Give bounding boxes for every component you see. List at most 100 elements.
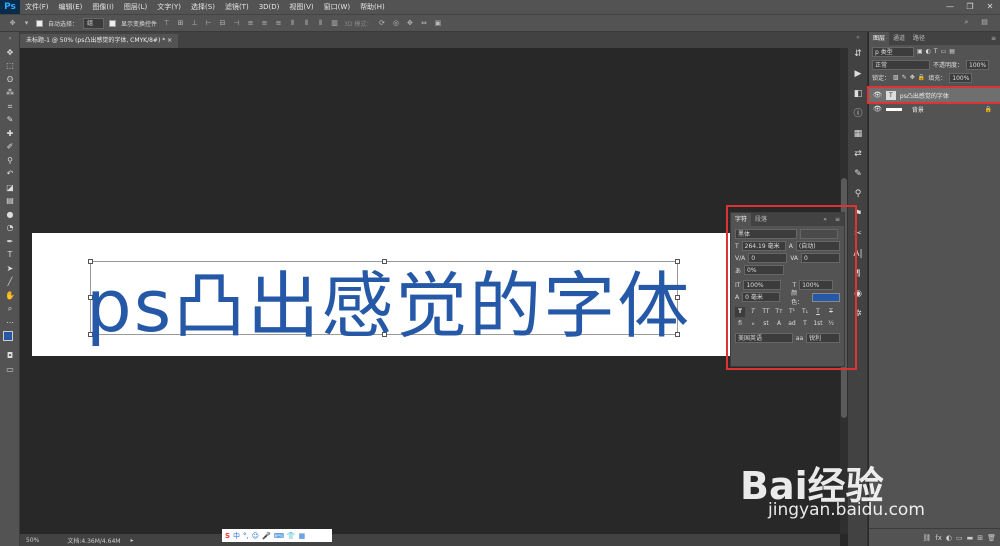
zoom-tool-icon[interactable]: ⌕: [0, 302, 20, 316]
distribute-bottom-icon[interactable]: ≡: [274, 19, 283, 28]
marquee-tool-icon[interactable]: ⬚: [0, 59, 20, 73]
3d-rotate-icon[interactable]: ⟳: [377, 19, 386, 28]
layer-style-icon[interactable]: fx: [935, 534, 942, 542]
screen-mode-icon[interactable]: ▭: [0, 363, 20, 377]
align-center-icon[interactable]: ⊟: [218, 19, 227, 28]
lock-pixels-icon[interactable]: ▧: [893, 74, 899, 81]
chevron-down-icon[interactable]: ▾: [22, 19, 31, 28]
menu-file[interactable]: 文件(F): [20, 2, 54, 12]
eraser-tool-icon[interactable]: ◪: [0, 181, 20, 195]
strip-collapse-icon[interactable]: «: [848, 32, 868, 44]
eyedropper-tool-icon[interactable]: ✎: [0, 113, 20, 127]
tab-paths[interactable]: 路径: [909, 32, 929, 45]
distribute-middle-icon[interactable]: ≡: [260, 19, 269, 28]
brush-tool-icon[interactable]: ✐: [0, 140, 20, 154]
align-middle-icon[interactable]: ⊞: [176, 19, 185, 28]
crop-tool-icon[interactable]: ⌗: [0, 100, 20, 114]
menu-help[interactable]: 帮助(H): [355, 2, 390, 12]
auto-align-icon[interactable]: ▥: [330, 19, 339, 28]
minimize-button[interactable]: —: [940, 0, 960, 14]
distribute-top-icon[interactable]: ≡: [246, 19, 255, 28]
tab-layers[interactable]: 图层: [869, 32, 890, 45]
layer-kind-filter[interactable]: p 类型: [872, 46, 914, 57]
move-tool-icon[interactable]: ✥: [0, 46, 20, 60]
canvas-text-layer[interactable]: ps凸出感觉的字体: [86, 260, 716, 352]
menu-select[interactable]: 选择(S): [186, 2, 220, 12]
opacity-input[interactable]: 100%: [966, 59, 990, 70]
auto-select-checkbox[interactable]: [36, 19, 43, 27]
panel-menu-icon[interactable]: ≡: [987, 32, 1000, 45]
ime-grid-icon[interactable]: ▦: [299, 532, 306, 540]
layer-row[interactable]: 👁 T ps凸出感觉的字体: [867, 86, 1000, 104]
color-swatches[interactable]: [0, 329, 20, 349]
align-bottom-icon[interactable]: ⊥: [190, 19, 199, 28]
type-tool-icon[interactable]: T: [0, 248, 20, 262]
distribute-left-icon[interactable]: ⦀: [288, 19, 297, 28]
filter-type-icon[interactable]: T: [934, 48, 938, 55]
layer-name[interactable]: ps凸出感觉的字体: [900, 91, 949, 100]
link-layers-icon[interactable]: ⛓: [922, 534, 931, 542]
search-icon[interactable]: ⌕: [962, 18, 971, 27]
healing-brush-tool-icon[interactable]: ✚: [0, 127, 20, 141]
info-panel-icon[interactable]: ⓘ: [848, 104, 868, 124]
lasso-tool-icon[interactable]: ʘ: [0, 73, 20, 87]
document-tab[interactable]: 未标题-1 @ 50% (ps凸出感觉的字体, CMYK/8#) * ×: [20, 34, 179, 48]
lock-all-icon[interactable]: 🔒: [918, 74, 925, 81]
filter-smart-icon[interactable]: ▤: [949, 48, 955, 55]
layer-mask-icon[interactable]: ◐: [946, 534, 952, 542]
eye-icon[interactable]: 👁: [873, 91, 882, 99]
history-brush-tool-icon[interactable]: ↶: [0, 167, 20, 181]
close-tab-icon[interactable]: ×: [167, 37, 172, 44]
new-group-icon[interactable]: ▬: [967, 534, 974, 542]
lock-position-icon[interactable]: ✥: [910, 74, 915, 81]
brush-panel-icon[interactable]: ✎: [848, 164, 868, 184]
layer-row[interactable]: 👁 背景 🔒: [869, 102, 1000, 116]
foreground-color-swatch[interactable]: [3, 331, 13, 341]
menu-3d[interactable]: 3D(D): [254, 3, 285, 11]
delete-layer-icon[interactable]: 🗑: [987, 534, 996, 542]
menu-layer[interactable]: 图层(L): [119, 2, 152, 12]
menu-edit[interactable]: 编辑(E): [54, 2, 88, 12]
clone-stamp-tool-icon[interactable]: ⚲: [0, 154, 20, 168]
pen-tool-icon[interactable]: ✒: [0, 235, 20, 249]
move-tool-icon[interactable]: ✥: [8, 19, 17, 28]
ime-mic-icon[interactable]: 🎤: [262, 532, 271, 540]
status-arrow-icon[interactable]: ▸: [130, 537, 133, 544]
show-transform-checkbox[interactable]: [109, 19, 117, 27]
adjustment-layer-icon[interactable]: ▭: [956, 534, 963, 542]
workspace-icon[interactable]: ▤: [980, 18, 989, 27]
ime-chinese-icon[interactable]: 中: [233, 531, 240, 541]
3d-scale-icon[interactable]: ▣: [433, 19, 442, 28]
menu-type[interactable]: 文字(Y): [152, 2, 186, 12]
sogou-logo-icon[interactable]: S: [225, 532, 230, 540]
quick-mask-icon[interactable]: ◘: [0, 349, 20, 363]
quick-select-tool-icon[interactable]: ⁂: [0, 86, 20, 100]
actions-panel-icon[interactable]: ▶: [848, 64, 868, 84]
history-panel-icon[interactable]: ⇵: [848, 44, 868, 64]
hand-tool-icon[interactable]: ✋: [0, 289, 20, 303]
ime-keyboard-icon[interactable]: ⌨: [274, 532, 284, 540]
menu-image[interactable]: 图像(I): [87, 2, 119, 12]
ime-punct-icon[interactable]: °,: [243, 532, 249, 540]
properties-panel-icon[interactable]: ⇄: [848, 144, 868, 164]
distribute-right-icon[interactable]: ⦀: [316, 19, 325, 28]
align-right-icon[interactable]: ⊣: [232, 19, 241, 28]
path-select-tool-icon[interactable]: ➤: [0, 262, 20, 276]
eye-icon[interactable]: 👁: [873, 105, 882, 113]
filter-pixel-icon[interactable]: ▣: [917, 48, 923, 55]
blur-tool-icon[interactable]: ●: [0, 208, 20, 222]
restore-button[interactable]: ❐: [960, 0, 980, 14]
distribute-center-icon[interactable]: ⦀: [302, 19, 311, 28]
fill-input[interactable]: 100%: [949, 72, 973, 83]
auto-select-dropdown[interactable]: 组: [83, 17, 105, 29]
filter-shape-icon[interactable]: ▭: [941, 48, 947, 55]
gradient-tool-icon[interactable]: ▤: [0, 194, 20, 208]
more-tools-icon[interactable]: ⋯: [0, 316, 20, 330]
adjustments-panel-icon[interactable]: ◧: [848, 84, 868, 104]
menu-filter[interactable]: 滤镜(T): [220, 2, 254, 12]
blend-mode-dropdown[interactable]: 正常: [872, 59, 930, 70]
ime-skin-icon[interactable]: 👕: [287, 532, 296, 540]
toolbar-collapse-icon[interactable]: »: [0, 32, 20, 46]
filter-adjust-icon[interactable]: ◐: [926, 48, 931, 55]
new-layer-icon[interactable]: ⊞: [977, 534, 983, 542]
